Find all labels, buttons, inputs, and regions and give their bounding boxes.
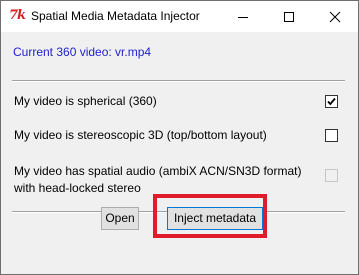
close-icon bbox=[329, 11, 341, 23]
dialog-body: Current 360 video: vr.mp4 My video is sp… bbox=[1, 32, 358, 274]
spherical-checkbox[interactable] bbox=[325, 95, 338, 108]
inject-metadata-button[interactable]: Inject metadata bbox=[167, 207, 263, 230]
app-window: 7k Spatial Media Metadata Injector Curre… bbox=[0, 0, 359, 275]
spatial-audio-label-line-1: My video has spatial audio (ambiX ACN/SN… bbox=[14, 164, 302, 178]
open-button[interactable]: Open bbox=[101, 207, 139, 230]
minimize-icon bbox=[238, 17, 248, 18]
maximize-button[interactable] bbox=[266, 1, 312, 32]
stereoscopic-checkbox[interactable] bbox=[325, 129, 338, 142]
spatial-audio-checkbox[interactable] bbox=[325, 169, 338, 182]
checkmark-icon bbox=[327, 97, 336, 106]
top-separator bbox=[12, 80, 345, 82]
tk-feather-icon: 7k bbox=[9, 8, 26, 23]
maximize-icon bbox=[284, 12, 294, 22]
spatial-audio-label-line-2: with head-locked stereo bbox=[14, 181, 141, 195]
spatial-audio-option-label: My video has spatial audio (ambiX ACN/SN… bbox=[14, 163, 301, 197]
current-video-label: Current 360 video: vr.mp4 bbox=[13, 45, 152, 59]
spherical-option-label: My video is spherical (360) bbox=[14, 94, 157, 108]
minimize-button[interactable] bbox=[220, 1, 266, 32]
stereoscopic-option-label: My video is stereoscopic 3D (top/bottom … bbox=[14, 128, 267, 142]
window-title: Spatial Media Metadata Injector bbox=[31, 9, 200, 23]
title-bar[interactable]: 7k Spatial Media Metadata Injector bbox=[1, 1, 358, 32]
close-button[interactable] bbox=[312, 1, 358, 32]
